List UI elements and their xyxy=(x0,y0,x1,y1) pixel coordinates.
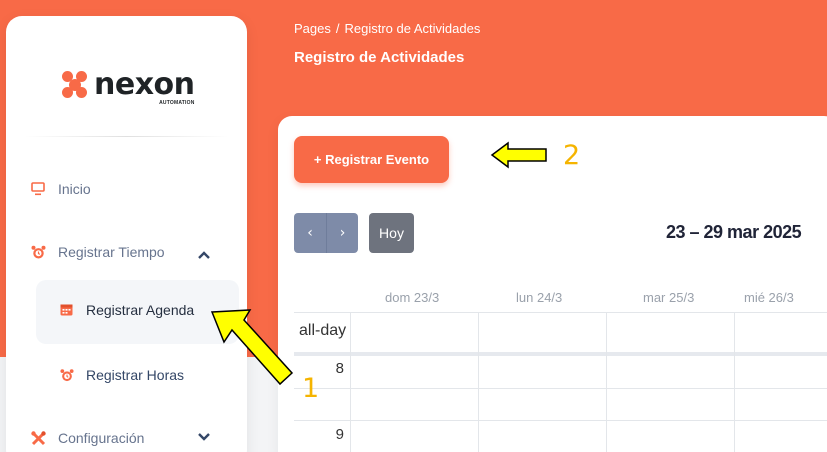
sidebar-item-label: Registrar Horas xyxy=(86,367,185,383)
next-week-button[interactable]: › xyxy=(326,213,358,253)
sidebar-item-configuracion[interactable]: Configuración xyxy=(30,424,144,452)
sidebar-item-label: Registrar Agenda xyxy=(86,302,195,318)
sidebar-item-label: Inicio xyxy=(58,181,91,197)
day-header-mie[interactable]: mié 26/3 xyxy=(744,290,794,305)
day-header-mar[interactable]: mar 25/3 xyxy=(643,290,694,305)
sidebar-divider xyxy=(24,136,229,137)
allday-label: all-day xyxy=(299,322,347,339)
breadcrumb-current: Registro de Actividades xyxy=(344,21,481,36)
breadcrumb-root[interactable]: Pages xyxy=(294,21,331,36)
brand-tagline: AUTOMATION xyxy=(159,100,195,106)
hour-label-9: 9 xyxy=(335,426,344,443)
sidebar-subitem-horas[interactable]: Registrar Horas xyxy=(60,367,184,383)
monitor-icon xyxy=(30,181,46,197)
grid-line xyxy=(478,312,479,452)
breadcrumb: Pages / Registro de Actividades xyxy=(294,21,480,36)
grid-line xyxy=(294,312,827,313)
grid-line xyxy=(606,312,607,452)
annotation-number-2: 2 xyxy=(563,140,581,171)
tools-icon xyxy=(30,430,46,446)
brand-logo[interactable]: nexon AUTOMATION xyxy=(62,62,195,108)
logo-mark-icon xyxy=(62,71,88,99)
sidebar-item-registrar-tiempo[interactable]: Registrar Tiempo xyxy=(30,238,165,266)
sidebar-item-label: Registrar Tiempo xyxy=(58,244,165,260)
calendar-grid: dom 23/3 lun 24/3 mar 25/3 mié 26/3 all-… xyxy=(294,284,827,452)
prev-week-button[interactable]: ‹ xyxy=(294,213,326,253)
day-header-lun[interactable]: lun 24/3 xyxy=(516,290,562,305)
grid-line xyxy=(294,420,827,421)
register-event-button[interactable]: + Registrar Evento xyxy=(294,136,449,183)
grid-line xyxy=(294,388,827,389)
annotation-number-1: 1 xyxy=(302,373,320,404)
alarm-clock-icon xyxy=(60,368,74,382)
sidebar-item-inicio[interactable]: Inicio xyxy=(30,175,91,203)
date-range-title: 23 – 29 mar 2025 xyxy=(666,222,802,242)
calendar-icon xyxy=(60,303,74,317)
allday-divider xyxy=(294,352,827,356)
chevron-up-icon[interactable] xyxy=(197,250,211,260)
sidebar-subitem-agenda[interactable]: Registrar Agenda xyxy=(60,302,194,318)
annotation-arrow-2 xyxy=(490,141,547,169)
calendar-nav-group: ‹ › xyxy=(294,213,358,253)
sidebar-item-label: Configuración xyxy=(58,430,145,446)
grid-line xyxy=(734,312,735,452)
annotation-arrow-1 xyxy=(210,309,294,386)
breadcrumb-separator: / xyxy=(335,21,340,36)
page-title: Registro de Actividades xyxy=(294,49,465,66)
brand-name: nexon xyxy=(94,67,195,102)
alarm-clock-icon xyxy=(30,244,46,260)
today-button[interactable]: Hoy xyxy=(369,213,414,253)
day-header-dom[interactable]: dom 23/3 xyxy=(385,290,439,305)
chevron-down-icon[interactable] xyxy=(197,432,211,442)
grid-line xyxy=(350,312,351,452)
